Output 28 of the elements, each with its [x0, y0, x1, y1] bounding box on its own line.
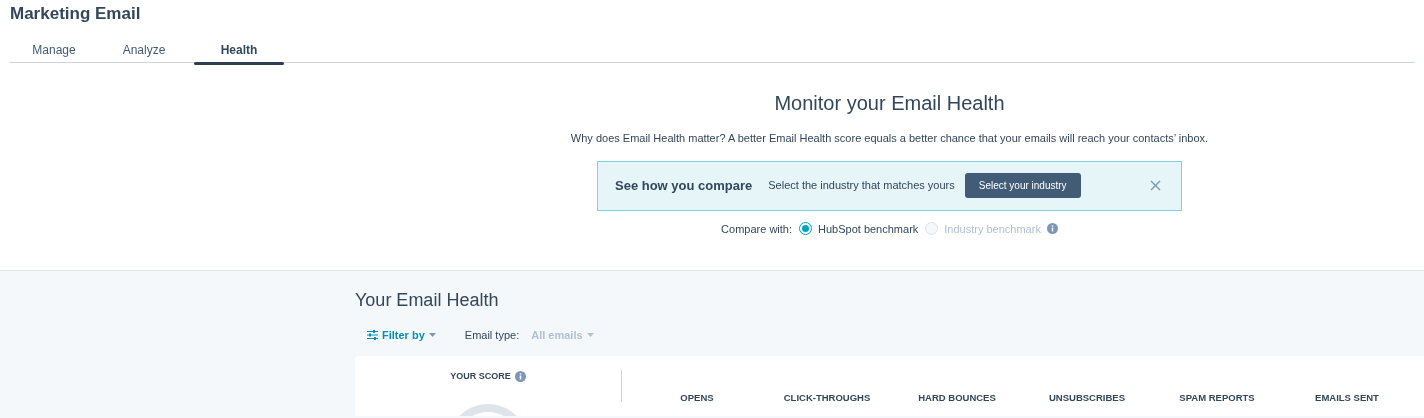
caret-icon — [428, 333, 436, 338]
info-icon — [514, 370, 526, 382]
tab[interactable]: Health — [194, 41, 284, 63]
intro-text: Why does Email Health matter? A better Email Health score equals a better chance that your emails will reach your contacts’ inbox. — [570, 131, 1209, 146]
radio-label: Industry benchmark — [944, 221, 1041, 237]
filter-dropdown[interactable]: Filter by — [367, 327, 436, 344]
radio-label: HubSpot benchmark — [818, 221, 919, 237]
score-label: YOUR SCORE — [450, 369, 511, 383]
page-title: Marketing Email — [10, 4, 142, 24]
caret-icon — [586, 333, 594, 338]
metric-label: OPENS — [680, 390, 714, 405]
close-icon[interactable] — [1150, 180, 1161, 191]
metric-label: SPAM REPORTS — [1179, 390, 1255, 405]
metric-label: UNSUBSCRIBES — [1049, 390, 1125, 405]
section-heading: Your Email Health — [355, 289, 500, 311]
radio-button[interactable] — [799, 222, 812, 236]
metric-label: CLICK-THROUGHS — [783, 390, 871, 405]
email-type-label: Email type: — [464, 328, 520, 343]
tab[interactable]: Manage — [9, 41, 99, 63]
section-heading: Monitor your Email Health — [774, 91, 1005, 116]
banner-text: Select the industry that matches yours — [768, 178, 955, 194]
banner-title: See how you compare — [615, 176, 753, 195]
tab[interactable]: Analyze — [99, 41, 189, 63]
compare-label: Compare with: — [721, 221, 792, 237]
select-industry-button[interactable]: Select your industry — [964, 173, 1081, 198]
metric-label: HARD BOUNCES — [918, 390, 996, 405]
metric-label: EMAILS SENT — [1315, 390, 1379, 405]
sliders-icon — [367, 330, 378, 341]
